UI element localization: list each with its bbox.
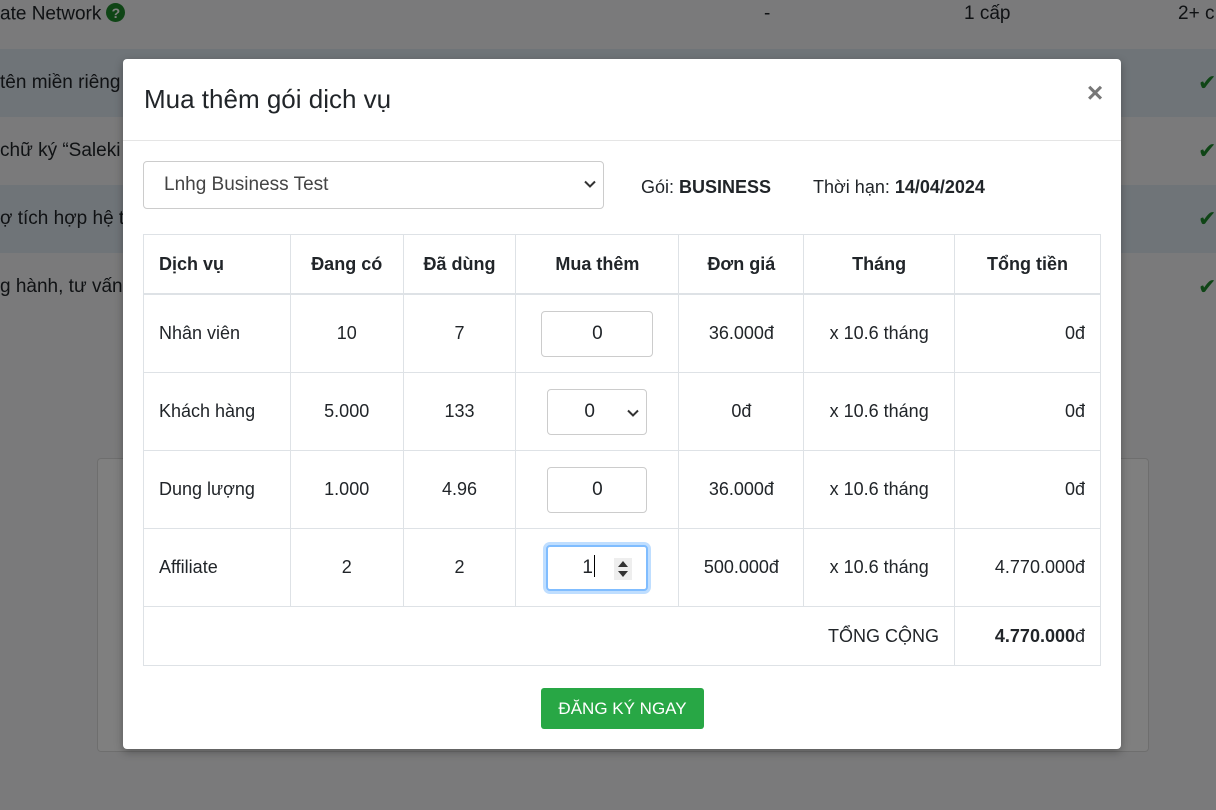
used-amount: 4.96 [402, 450, 517, 529]
used-amount: 7 [402, 293, 517, 373]
service-name: Khách hàng [143, 372, 291, 451]
grand-total-row: TỔNG CỘNG 4.770.000đ [142, 606, 1101, 666]
buy-quantity-select[interactable]: 0 [547, 388, 648, 435]
column-header: Đã dùng [402, 234, 517, 295]
buy-quantity-input[interactable]: 0 [541, 310, 654, 357]
close-button[interactable]: × [1083, 79, 1107, 107]
column-header: Đơn giá [678, 234, 805, 295]
row-total: 0đ [954, 450, 1101, 529]
table-row: Nhân viên 10 7 0 36.000đ x 10.6 tháng 0đ [143, 293, 1101, 373]
expiry-info: Thời hạn: 14/04/2024 [813, 177, 985, 198]
grand-total-currency: đ [1074, 625, 1085, 646]
package-value: BUSINESS [679, 177, 772, 197]
buy-cell: 1 [515, 528, 680, 607]
row-total: 0đ [954, 372, 1101, 451]
buy-cell: 0 [515, 293, 680, 373]
expiry-label: Thời hạn: [813, 177, 890, 197]
package-label: Gói: [641, 177, 675, 197]
row-total: 4.770.000đ [954, 528, 1101, 607]
months: x 10.6 tháng [803, 528, 956, 607]
current-amount: 5.000 [289, 372, 404, 451]
buy-service-modal: Mua thêm gói dịch vụ × Lnhg Business Tes… [123, 59, 1121, 749]
current-amount: 2 [289, 528, 404, 607]
spinner-down-icon[interactable] [618, 570, 629, 577]
modal-header: Mua thêm gói dịch vụ × [123, 59, 1121, 141]
row-total: 0đ [954, 293, 1101, 373]
column-header: Đang có [289, 234, 404, 295]
service-name: Affiliate [143, 528, 291, 607]
buy-quantity-input[interactable]: 0 [547, 466, 648, 513]
buy-quantity-value: 1 [582, 556, 593, 578]
column-header: Mua thêm [515, 234, 680, 295]
grand-total-amount: 4.770.000 [994, 625, 1075, 646]
spinner-control[interactable] [614, 557, 633, 580]
buy-quantity-select-value: 0 [584, 400, 595, 422]
used-amount: 2 [402, 528, 517, 607]
register-now-button[interactable]: ĐĂNG KÝ NGAY [541, 688, 704, 729]
chevron-down-icon [627, 409, 640, 417]
buy-quantity-input-focused[interactable]: 1 [546, 544, 649, 591]
unit-price: 36.000đ [678, 293, 805, 373]
service-name: Dung lượng [143, 450, 291, 529]
text-caret [594, 554, 595, 577]
service-name: Nhân viên [143, 293, 291, 373]
table-row: Dung lượng 1.000 4.96 0 36.000đ x 10.6 t… [143, 450, 1101, 529]
column-header: Tháng [803, 234, 956, 295]
used-amount: 133 [402, 372, 517, 451]
current-amount: 1.000 [289, 450, 404, 529]
plan-select[interactable]: Lnhg Business Test [143, 161, 604, 209]
grand-total-value: 4.770.000đ [954, 606, 1101, 666]
column-header: Dịch vụ [143, 234, 291, 295]
table-header-row: Dịch vụ Đang có Đã dùng Mua thêm Đơn giá… [143, 234, 1101, 295]
plan-select-value: Lnhg Business Test [164, 174, 329, 195]
months: x 10.6 tháng [803, 372, 956, 451]
months: x 10.6 tháng [803, 450, 956, 529]
table-row: Khách hàng 5.000 133 0 0đ x 10.6 tháng 0… [143, 372, 1101, 451]
column-header: Tổng tiền [954, 234, 1101, 295]
buy-cell: 0 [515, 450, 680, 529]
grand-total-label: TỔNG CỘNG [142, 606, 956, 666]
months: x 10.6 tháng [803, 293, 956, 373]
unit-price: 36.000đ [678, 450, 805, 529]
spinner-up-icon[interactable] [618, 560, 629, 567]
table-row: Affiliate 2 2 1 500.000đ x 10.6 tháng 4.… [143, 528, 1101, 607]
modal-title: Mua thêm gói dịch vụ [144, 84, 392, 114]
unit-price: 500.000đ [678, 528, 805, 607]
service-table: Dịch vụ Đang có Đã dùng Mua thêm Đơn giá… [142, 234, 1101, 666]
expiry-value: 14/04/2024 [894, 177, 985, 197]
chevron-down-icon [584, 180, 596, 188]
buy-cell: 0 [515, 372, 680, 451]
unit-price: 0đ [678, 372, 805, 451]
package-info: Gói: BUSINESS [641, 177, 771, 198]
current-amount: 10 [289, 293, 404, 373]
